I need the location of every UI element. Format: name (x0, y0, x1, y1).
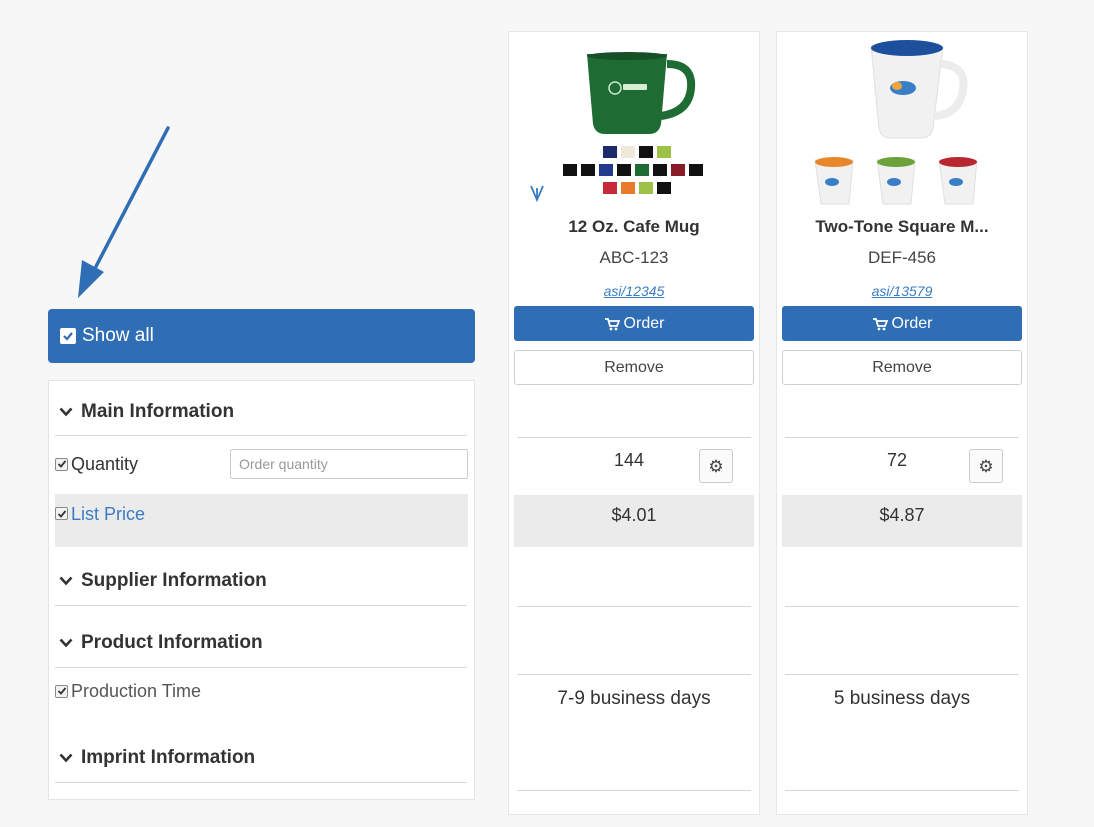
chevron-down-icon (59, 576, 73, 586)
divider (517, 606, 751, 607)
section-product-information[interactable]: Product Information (55, 618, 467, 668)
cart-icon (872, 317, 888, 331)
divider (785, 790, 1019, 791)
section-supplier-information[interactable]: Supplier Information (55, 556, 467, 606)
list-price-checkbox[interactable] (55, 507, 68, 520)
product-code: ABC-123 (599, 248, 669, 267)
price-value: $4.01 (514, 495, 754, 547)
divider (785, 606, 1019, 607)
production-time-value: 5 business days (833, 688, 971, 709)
remove-button[interactable]: Remove (514, 350, 754, 385)
product-name[interactable]: Two-Tone Square M... (777, 217, 1027, 237)
gear-icon: ⚙ (978, 456, 994, 476)
quantity-settings-button[interactable]: ⚙ (969, 449, 1003, 483)
product-column: Two-Tone Square M... DEF-456 asi/13579 O… (776, 31, 1028, 815)
list-price-label[interactable]: List Price (71, 504, 145, 525)
product-name[interactable]: 12 Oz. Cafe Mug (509, 217, 759, 237)
quantity-checkbox[interactable] (55, 457, 68, 471)
quantity-value: 144 (614, 450, 645, 470)
production-time-value: 7-9 business days (557, 688, 711, 709)
field-list-price: List Price (55, 494, 468, 547)
quantity-settings-button[interactable]: ⚙ (699, 449, 733, 483)
order-button[interactable]: Order (514, 306, 754, 341)
order-quantity-input[interactable] (230, 449, 468, 479)
section-main-information[interactable]: Main Information (55, 389, 467, 436)
product-column: 12 Oz. Cafe Mug ABC-123 asi/12345 Order … (508, 31, 760, 815)
production-time-checkbox[interactable] (55, 684, 68, 698)
product-code: DEF-456 (867, 248, 937, 267)
section-title: Main Information (81, 401, 235, 422)
chevron-down-icon (59, 407, 73, 417)
chevron-down-icon (59, 753, 73, 763)
cart-icon (604, 317, 620, 331)
divider (785, 437, 1019, 438)
quantity-value: 72 (887, 450, 908, 470)
section-imprint-information[interactable]: Imprint Information (55, 733, 467, 783)
order-label: Order (891, 314, 933, 332)
show-all-toggle[interactable]: Show all (48, 309, 475, 363)
section-title: Supplier Information (81, 569, 267, 591)
field-quantity: Quantity (55, 445, 468, 483)
section-title: Product Information (81, 631, 263, 653)
chevron-down-icon (59, 638, 73, 648)
field-production-time: Production Time (55, 676, 467, 706)
annotation-arrow-icon (78, 126, 170, 298)
check-icon (60, 328, 76, 344)
section-title: Imprint Information (81, 746, 256, 768)
product-image-cafe-mug[interactable] (527, 42, 737, 212)
asi-link[interactable]: asi/12345 (509, 283, 759, 299)
asi-link[interactable]: asi/13579 (777, 283, 1027, 299)
divider (785, 674, 1019, 675)
order-label: Order (623, 314, 665, 332)
product-image-two-tone-mug[interactable] (795, 36, 1010, 212)
divider (517, 790, 751, 791)
show-all-label: Show all (82, 325, 154, 346)
production-time-label: Production Time (71, 680, 202, 701)
remove-button[interactable]: Remove (782, 350, 1022, 385)
divider (517, 437, 751, 438)
price-value: $4.87 (782, 495, 1022, 547)
order-button[interactable]: Order (782, 306, 1022, 341)
quantity-label: Quantity (71, 453, 139, 474)
attribute-panel: Main Information Quantity List Price Sup… (48, 380, 475, 800)
gear-icon: ⚙ (708, 456, 724, 476)
divider (517, 674, 751, 675)
